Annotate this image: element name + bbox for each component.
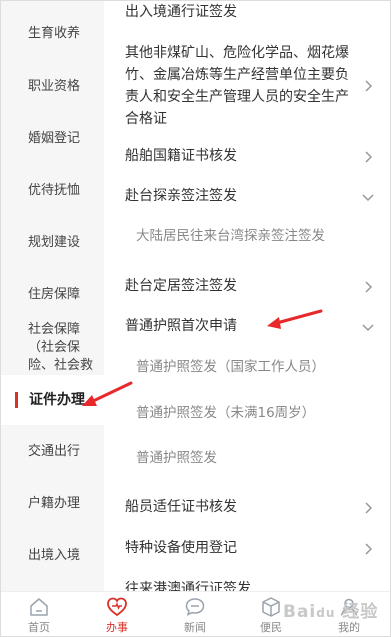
sidebar-item-certificates[interactable]: 证件办理 — [1, 375, 104, 425]
heart-icon — [107, 597, 127, 617]
list-item-label: 赴台探亲签注签发 — [125, 188, 237, 204]
chat-icon — [185, 598, 205, 616]
sidebar-item-adoption[interactable]: 生育收养 — [1, 25, 104, 43]
sidebar-item-marriage[interactable]: 婚姻登记 — [1, 130, 104, 148]
tab-label: 办事 — [106, 621, 128, 634]
tab-home[interactable]: 首页 — [9, 592, 69, 636]
sub-list-item-label: 普通护照签发（国家工作人员） — [136, 359, 325, 375]
cube-icon — [262, 597, 280, 617]
list-item-label: 其他非煤矿山、危险化学品、烟花爆竹、金属冶炼等生产经营单位主要负责人和安全生产管… — [125, 45, 349, 127]
sidebar-item-household[interactable]: 户籍办理 — [1, 495, 104, 513]
sidebar-item-label: 规划建设 — [28, 235, 81, 250]
sidebar-item-transport[interactable]: 交通出行 — [1, 443, 104, 461]
chevron-right-icon — [362, 501, 374, 514]
sub-list-item[interactable]: 大陆居民往来台湾探亲签注签发 — [104, 226, 390, 247]
list-item[interactable]: 船舶国籍证书核发 — [104, 146, 390, 167]
tab-services[interactable]: 办事 — [87, 592, 147, 636]
sidebar-item-label: 户籍办理 — [28, 496, 81, 511]
list-item[interactable]: 往来港澳通行证签发 — [104, 579, 390, 591]
list-item[interactable]: 赴台探亲签注签发 — [104, 186, 390, 207]
chevron-down-icon — [362, 191, 374, 203]
list-item-label: 往来港澳通行证签发 — [125, 581, 251, 591]
chevron-down-icon — [362, 321, 374, 333]
sub-list-item[interactable]: 普通护照签发 — [104, 448, 390, 469]
category-sidebar: 生育收养 职业资格 婚姻登记 优待抚恤 规划建设 住房保障 社会保障（社会保险、… — [1, 1, 104, 591]
sidebar-item-label: 优待抚恤 — [28, 183, 81, 198]
sub-list-item-label: 大陆居民往来台湾探亲签注签发 — [136, 228, 325, 244]
list-item-label: 出入境通行证签发 — [125, 4, 237, 20]
sidebar-item-label: 证件办理 — [29, 392, 85, 408]
sidebar-item-label: 出境入境 — [28, 548, 81, 563]
list-item[interactable]: 赴台定居签注签发 — [104, 276, 390, 297]
chevron-right-icon — [362, 280, 374, 293]
tab-label: 新闻 — [184, 621, 206, 634]
list-item[interactable]: 特种设备使用登记 — [104, 538, 390, 559]
sub-list-item-label: 普通护照签发（未满16周岁） — [136, 405, 316, 421]
sub-list-item-label: 普通护照签发 — [136, 450, 217, 466]
sidebar-item-qualification[interactable]: 职业资格 — [1, 78, 104, 96]
sidebar-item-planning[interactable]: 规划建设 — [1, 234, 104, 252]
list-item[interactable]: 其他非煤矿山、危险化学品、烟花爆竹、金属冶炼等生产经营单位主要负责人和安全生产管… — [104, 42, 390, 130]
tab-label: 首页 — [28, 621, 50, 634]
home-icon — [30, 598, 48, 616]
list-item-label: 船舶国籍证书核发 — [125, 148, 237, 164]
active-indicator — [15, 392, 18, 408]
tab-news[interactable]: 新闻 — [165, 592, 225, 636]
list-item[interactable]: 船员适任证书核发 — [104, 497, 390, 518]
sidebar-item-label: 交通出行 — [28, 444, 81, 459]
list-item-label: 赴台定居签注签发 — [125, 278, 237, 294]
app-frame: 生育收养 职业资格 婚姻登记 优待抚恤 规划建设 住房保障 社会保障（社会保险、… — [0, 0, 391, 637]
chevron-right-icon — [362, 150, 374, 163]
sidebar-item-label: 职业资格 — [28, 79, 81, 94]
sidebar-item-benefits[interactable]: 优待抚恤 — [1, 182, 104, 200]
sidebar-item-label: 生育收养 — [28, 26, 81, 41]
list-item-label: 船员适任证书核发 — [125, 499, 237, 515]
list-item[interactable]: 普通护照首次申请 — [104, 316, 390, 337]
list-item-label: 普通护照首次申请 — [125, 318, 237, 334]
sidebar-item-entry-exit[interactable]: 出境入境 — [1, 547, 104, 565]
sidebar-item-label: 婚姻登记 — [28, 131, 81, 146]
sidebar-item-label: 住房保障 — [28, 287, 81, 302]
watermark-logo: Baidu 经验 — [283, 602, 379, 622]
sidebar-item-housing[interactable]: 住房保障 — [1, 286, 104, 304]
chevron-right-icon — [362, 80, 374, 92]
list-item[interactable]: 出入境通行证签发 — [104, 2, 390, 23]
chevron-right-icon — [362, 542, 374, 555]
service-list: 出入境通行证签发 其他非煤矿山、危险化学品、烟花爆竹、金属冶炼等生产经营单位主要… — [104, 1, 390, 591]
list-item-label: 特种设备使用登记 — [125, 540, 237, 556]
sub-list-item[interactable]: 普通护照签发（未满16周岁） — [104, 403, 390, 424]
sub-list-item[interactable]: 普通护照签发（国家工作人员） — [104, 357, 390, 378]
